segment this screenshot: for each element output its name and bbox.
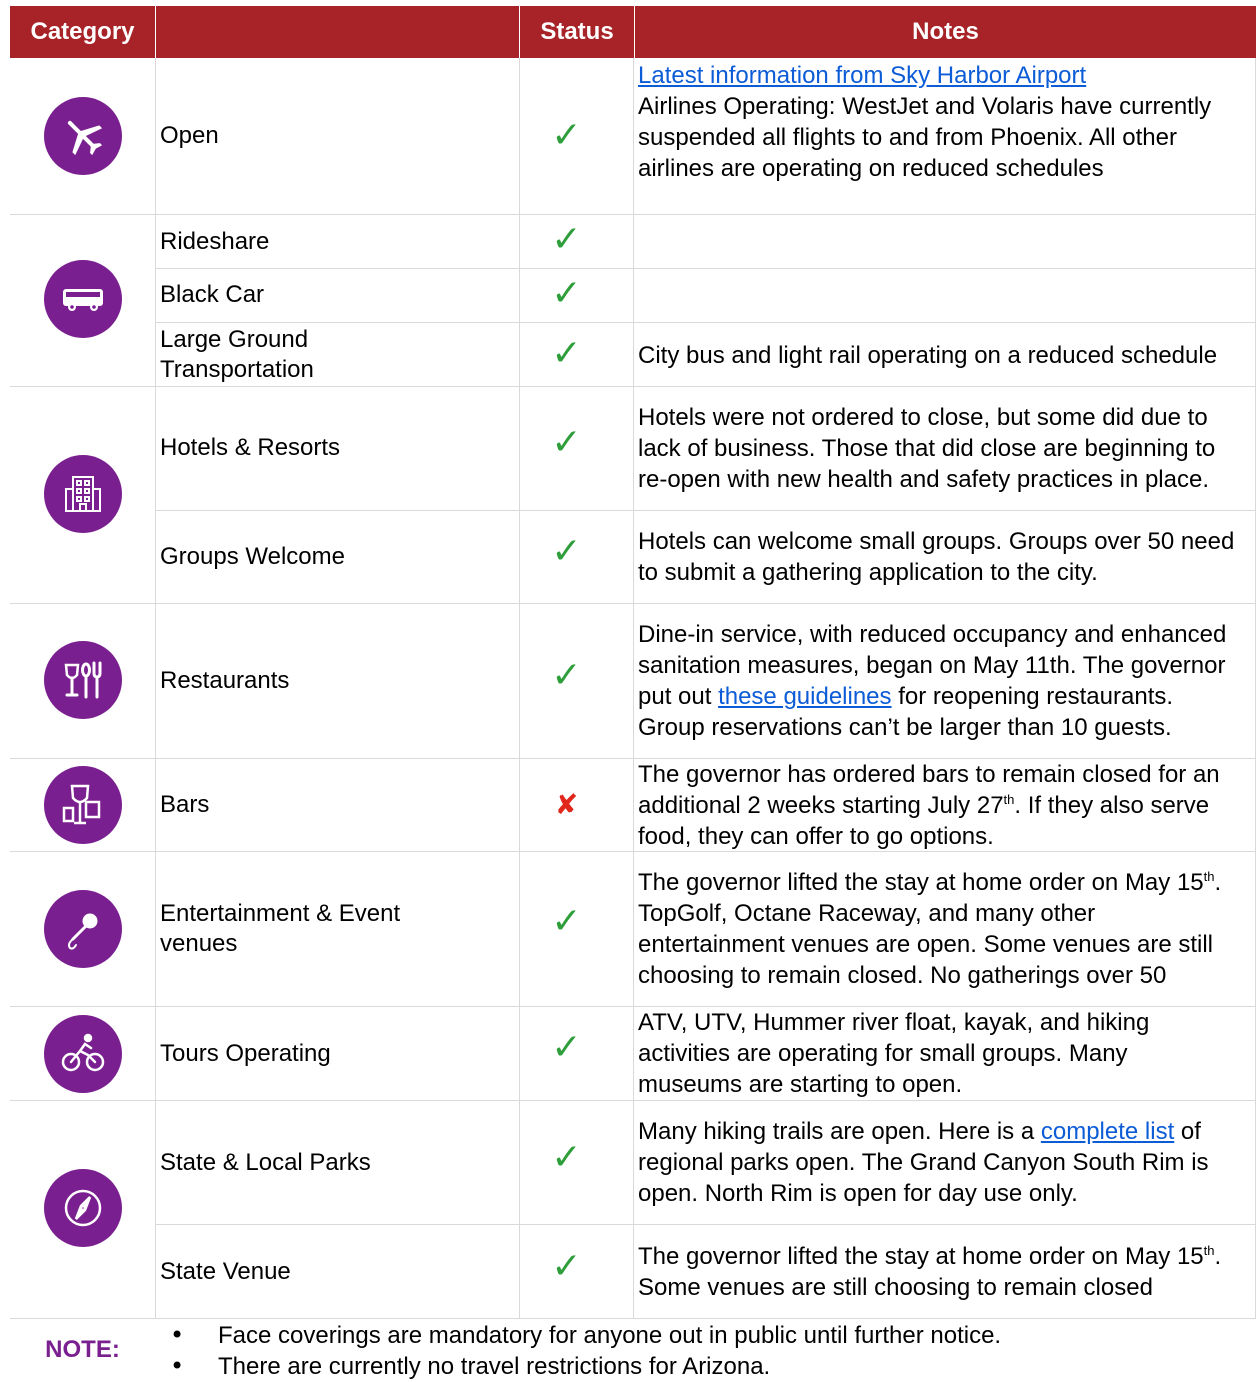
row-divider: [156, 322, 1256, 323]
superscript: th: [1203, 1242, 1215, 1258]
status-check-icon: ✓: [551, 655, 582, 696]
status-check-icon: ✓: [551, 1246, 582, 1287]
notes-cell: Many hiking trails are open. Here is a c…: [638, 1101, 1238, 1224]
bullet: •: [170, 1321, 185, 1349]
row-divider: [10, 1318, 1256, 1319]
category-hotels-resorts: Hotels & Resorts: [160, 434, 341, 461]
notes-text: The governor lifted the stay at home ord…: [638, 1242, 1204, 1270]
divider: [1255, 58, 1256, 1318]
notes-text: ATV, UTV, Hummer river float, kayak, and…: [638, 1009, 1150, 1098]
guidelines-link[interactable]: these guidelines: [718, 683, 891, 710]
category-restaurants: Restaurants: [160, 667, 290, 694]
bus-icon: [44, 260, 122, 338]
note-item: • Face coverings are mandatory for anyon…: [170, 1320, 1250, 1351]
note-text: There are currently no travel restrictio…: [218, 1353, 771, 1380]
notes-cell: City bus and light rail operating on a r…: [638, 324, 1238, 386]
header-category: Category: [10, 6, 155, 58]
notes-cell: The governor lifted the stay at home ord…: [638, 1225, 1238, 1318]
row-divider: [156, 268, 1256, 269]
microphone-icon: [44, 890, 122, 968]
notes-text: Airlines Operating: WestJet and Volaris …: [638, 93, 1212, 182]
status-check-icon: ✓: [551, 333, 582, 374]
notes-cell: ATV, UTV, Hummer river float, kayak, and…: [638, 1007, 1238, 1100]
category-state-venue: State Venue: [160, 1258, 291, 1285]
category-groups-welcome: Groups Welcome: [160, 543, 345, 570]
status-check-icon: ✓: [551, 531, 582, 572]
status-cross-icon: ✘: [554, 788, 579, 821]
status-check-icon: ✓: [551, 422, 582, 463]
note-text: Face coverings are mandatory for anyone …: [218, 1322, 1002, 1349]
notes-text: City bus and light rail operating on a r…: [638, 341, 1218, 369]
category-rideshare: Rideshare: [160, 228, 270, 255]
divider: [633, 58, 634, 1318]
notes-text: Many hiking trails are open. Here is a: [638, 1118, 1041, 1145]
hotel-building-icon: [44, 455, 122, 533]
category-state-local-parks: State & Local Parks: [160, 1149, 371, 1176]
divider: [155, 58, 156, 1318]
status-check-icon: ✓: [551, 273, 582, 314]
bullet: •: [170, 1352, 185, 1380]
notes-cell: Dine-in service, with reduced occupancy …: [638, 604, 1238, 758]
notes-cell: Latest information from Sky Harbor Airpo…: [638, 60, 1238, 212]
notes-cell: The governor has ordered bars to remain …: [638, 759, 1238, 851]
airplane-icon: [44, 97, 122, 175]
header-status: Status: [519, 6, 634, 58]
status-check-icon: ✓: [551, 115, 582, 156]
category-black-car: Black Car: [160, 281, 265, 308]
note-list: • Face coverings are mandatory for anyon…: [170, 1320, 1250, 1382]
cyclist-icon: [44, 1015, 122, 1093]
category-large-ground-transportation: Large Ground Transportation: [160, 326, 314, 383]
complete-list-link[interactable]: complete list: [1041, 1118, 1174, 1145]
header-notes: Notes: [634, 6, 1256, 58]
status-check-icon: ✓: [551, 901, 582, 942]
notes-cell: Hotels were not ordered to close, but so…: [638, 387, 1238, 510]
category-open: Open: [160, 122, 219, 149]
row-divider: [10, 214, 1256, 215]
notes-cell: The governor lifted the stay at home ord…: [638, 852, 1238, 1006]
category-entertainment-venues: Entertainment & Event venues: [160, 900, 401, 957]
notes-cell: Hotels can welcome small groups. Groups …: [638, 511, 1238, 603]
sky-harbor-link[interactable]: Latest information from Sky Harbor Airpo…: [638, 62, 1086, 89]
compass-icon: [44, 1169, 122, 1247]
status-check-icon: ✓: [551, 1137, 582, 1178]
dining-icon: [44, 641, 122, 719]
category-bars: Bars: [160, 791, 210, 818]
drinks-icon: [44, 766, 122, 844]
notes-text: The governor lifted the stay at home ord…: [638, 869, 1204, 896]
superscript: th: [1203, 869, 1215, 884]
note-item: • There are currently no travel restrict…: [170, 1351, 1250, 1382]
status-check-icon: ✓: [551, 219, 582, 260]
category-tours-operating: Tours Operating: [160, 1040, 331, 1067]
superscript: th: [1003, 791, 1015, 807]
status-check-icon: ✓: [551, 1027, 582, 1068]
notes-text: Hotels were not ordered to close, but so…: [638, 404, 1216, 493]
notes-text: Hotels can welcome small groups. Groups …: [638, 528, 1235, 586]
header-blank: [155, 6, 519, 58]
note-label: NOTE:: [45, 1335, 120, 1363]
